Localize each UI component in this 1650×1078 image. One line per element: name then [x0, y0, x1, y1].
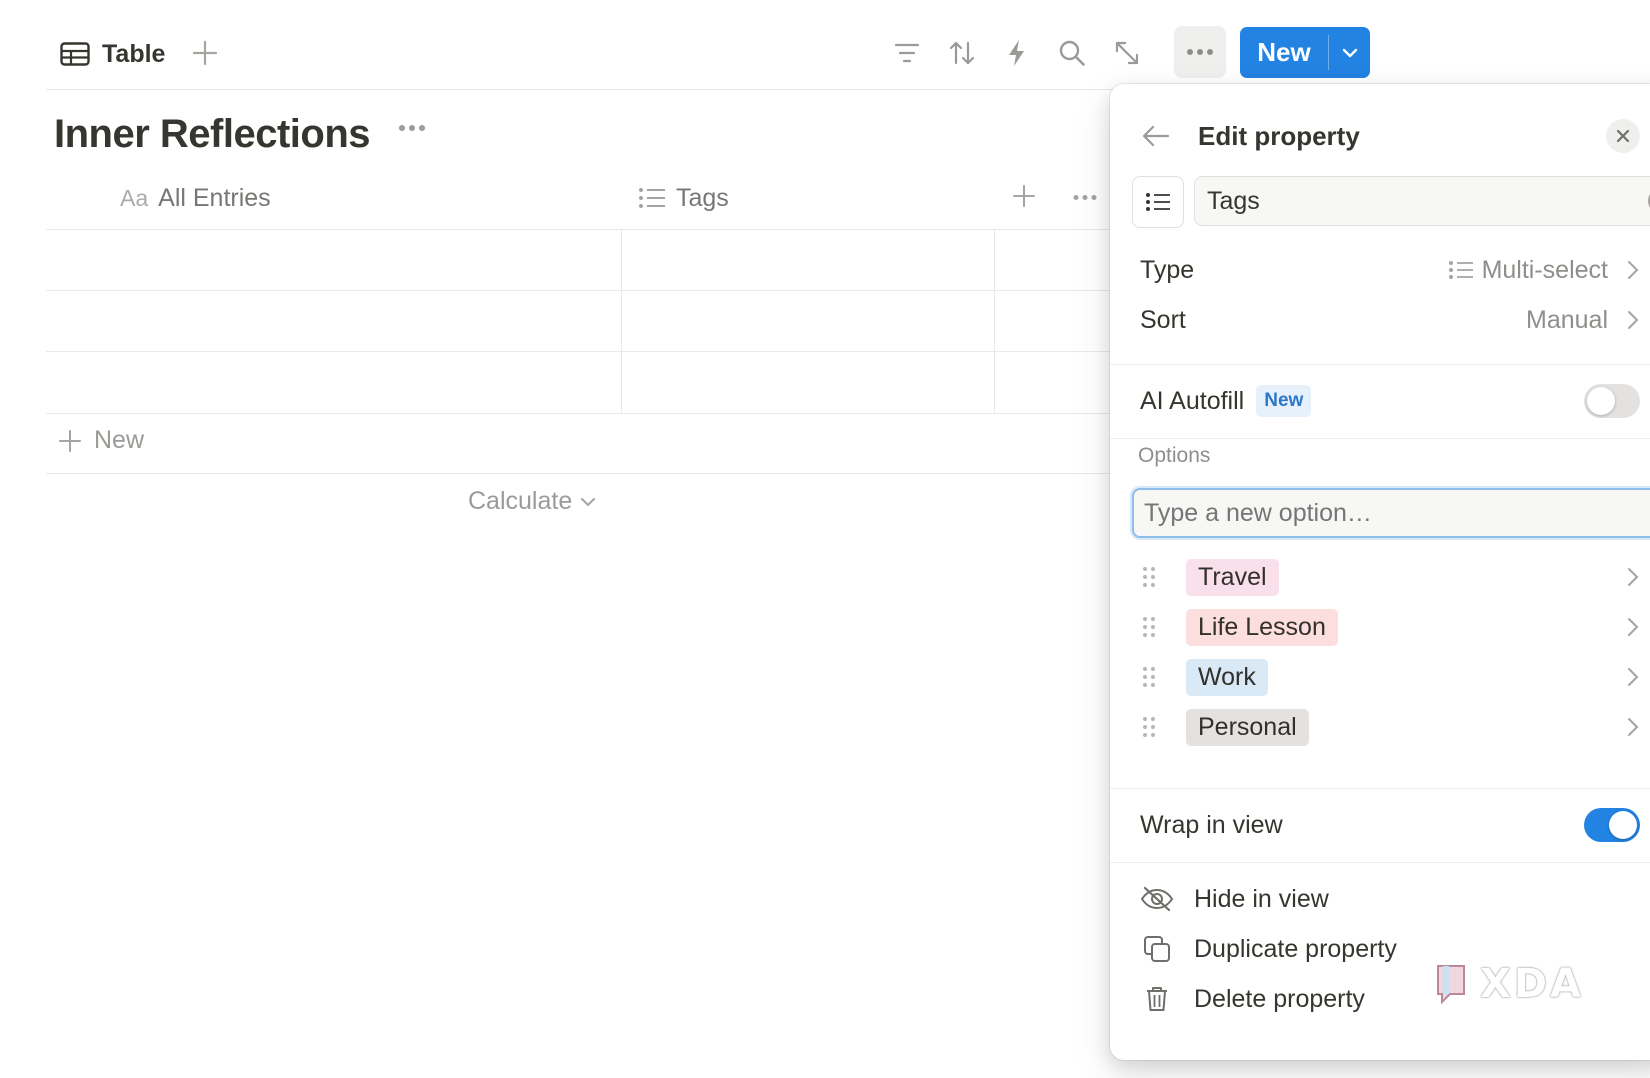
more-icon [1187, 49, 1213, 55]
option-chip: Travel [1186, 558, 1279, 596]
wrap-in-view-label: Wrap in view [1140, 810, 1283, 839]
column-header-label: Tags [676, 183, 729, 212]
table-row [46, 413, 1116, 414]
text-type-icon: Aa [120, 184, 149, 211]
property-icon-button[interactable] [1132, 176, 1184, 228]
panel-title: Edit property [1198, 120, 1360, 151]
option-row[interactable]: Life Lesson [1140, 604, 1640, 650]
edit-property-panel: Edit property Tags Type Multi-select Sor… [1110, 84, 1650, 1060]
table-row [46, 290, 1116, 291]
toolbar-divider [46, 89, 1116, 90]
option-row[interactable]: Personal [1140, 704, 1640, 750]
drag-handle-icon[interactable] [1140, 716, 1158, 738]
more-icon [1073, 195, 1097, 200]
sort-icon [949, 41, 975, 65]
eye-off-icon [1140, 886, 1174, 912]
options-heading: Options [1138, 444, 1211, 467]
chevron-down-icon [1342, 48, 1357, 57]
multi-select-icon [1146, 193, 1170, 211]
chevron-right-icon [1628, 261, 1639, 279]
automation-button[interactable] [1000, 36, 1034, 70]
property-name-field[interactable]: Tags [1194, 176, 1650, 226]
plus-icon [1013, 185, 1035, 207]
drag-handle-icon[interactable] [1140, 616, 1158, 638]
calculate-label: Calculate [468, 487, 573, 515]
add-column-button[interactable] [1012, 184, 1036, 208]
duplicate-icon [1140, 935, 1174, 963]
column-header-tags[interactable]: Tags [638, 178, 729, 218]
property-name-value: Tags [1207, 186, 1260, 215]
wrap-in-view-row: Wrap in view [1140, 794, 1640, 856]
chevron-right-icon [1628, 311, 1639, 329]
option-chip: Work [1186, 658, 1268, 696]
new-badge: New [1256, 385, 1312, 417]
new-dropdown-button[interactable] [1329, 27, 1370, 78]
plus-icon [59, 429, 81, 452]
ai-autofill-row: AI Autofill New [1140, 370, 1640, 432]
filter-button[interactable] [890, 36, 924, 70]
xda-logo-icon [1437, 965, 1465, 1005]
column-more-button[interactable] [1073, 194, 1097, 201]
add-new-row-label: New [94, 426, 145, 454]
xda-watermark: XDA [1434, 960, 1584, 1008]
expand-icon [1115, 41, 1139, 65]
new-button[interactable]: New [1240, 27, 1370, 78]
type-value: Multi-select [1481, 255, 1608, 284]
option-chip: Life Lesson [1186, 608, 1338, 646]
chevron-right-icon [1626, 566, 1640, 588]
back-button[interactable] [1142, 125, 1174, 147]
sort-label: Sort [1140, 305, 1186, 334]
drag-handle-icon[interactable] [1140, 666, 1158, 688]
more-icon [399, 125, 425, 131]
title-more-button[interactable] [398, 124, 426, 132]
multi-select-icon [639, 188, 665, 208]
view-tab-label: Table [102, 39, 166, 68]
table-icon [60, 42, 90, 66]
option-row[interactable]: Travel [1140, 554, 1640, 600]
add-view-button[interactable] [192, 36, 222, 70]
view-tab-table[interactable]: Table [60, 34, 165, 74]
option-row[interactable]: Work [1140, 654, 1640, 700]
new-option-input[interactable] [1132, 488, 1650, 538]
chevron-right-icon [1626, 716, 1640, 738]
page-title: Inner Reflections [54, 112, 371, 156]
hide-in-view-action[interactable]: Hide in view [1140, 874, 1640, 924]
column-header-all-entries[interactable]: Aa All Entries [120, 178, 271, 218]
delete-property-label: Delete property [1194, 984, 1365, 1013]
duplicate-property-label: Duplicate property [1194, 934, 1397, 963]
wrap-in-view-toggle[interactable] [1584, 808, 1640, 842]
multi-select-icon [1448, 261, 1473, 279]
close-icon [1616, 129, 1630, 143]
sort-value: Manual [1526, 305, 1608, 334]
calculate-button[interactable]: Calculate [468, 487, 596, 516]
sort-row[interactable]: Sort Manual [1140, 296, 1640, 344]
add-new-row-button[interactable]: New [58, 426, 144, 455]
expand-button[interactable] [1110, 36, 1144, 70]
ai-autofill-toggle[interactable] [1584, 384, 1640, 418]
type-row[interactable]: Type Multi-select [1140, 246, 1640, 294]
lightning-icon [1009, 40, 1024, 66]
sort-button[interactable] [945, 36, 979, 70]
ai-autofill-label: AI Autofill [1140, 386, 1245, 415]
filter-icon [894, 43, 920, 63]
hide-in-view-label: Hide in view [1194, 884, 1329, 913]
drag-handle-icon[interactable] [1140, 566, 1158, 588]
close-button[interactable] [1606, 119, 1640, 153]
search-button[interactable] [1055, 36, 1089, 70]
chevron-right-icon [1626, 616, 1640, 638]
arrow-left-icon [1142, 125, 1170, 147]
more-options-button[interactable] [1174, 26, 1226, 78]
chevron-down-icon [581, 497, 596, 506]
type-label: Type [1140, 255, 1195, 284]
column-header-label: All Entries [158, 183, 271, 212]
option-chip: Personal [1186, 708, 1309, 746]
search-icon [1059, 40, 1085, 66]
trash-icon [1140, 985, 1174, 1013]
new-button-label: New [1257, 37, 1311, 67]
table-row [46, 351, 1116, 352]
chevron-right-icon [1626, 666, 1640, 688]
